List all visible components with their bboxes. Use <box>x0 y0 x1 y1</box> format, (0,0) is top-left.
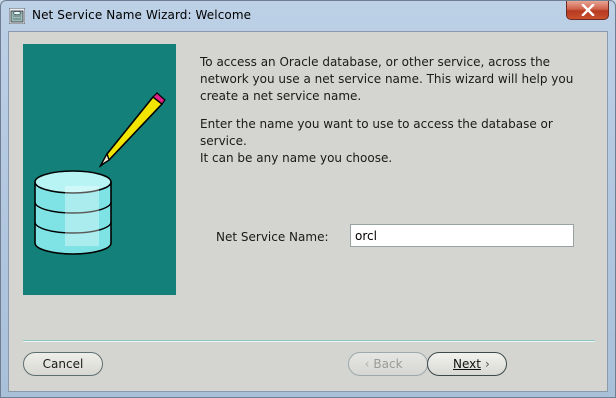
wizard-content: To access an Oracle database, or other s… <box>8 31 608 392</box>
cancel-button[interactable]: Cancel <box>23 352 103 376</box>
instruction-text: Enter the name you want to use to access… <box>200 117 553 165</box>
pencil-icon <box>98 92 166 168</box>
database-icon <box>34 170 112 255</box>
wizard-illustration <box>23 44 176 295</box>
back-button-label: Back <box>373 357 403 371</box>
net-service-name-label: Net Service Name: <box>216 230 329 244</box>
next-button[interactable]: ‹Next› <box>427 352 507 376</box>
window-title: Net Service Name Wizard: Welcome <box>32 8 252 22</box>
intro-text: To access an Oracle database, or other s… <box>200 55 574 103</box>
next-button-label: Next <box>453 357 481 371</box>
divider <box>23 340 595 342</box>
wizard-window: Net Service Name Wizard: Welcome To acce… <box>0 0 616 398</box>
chevron-left-icon: ‹ <box>364 357 370 371</box>
close-button[interactable] <box>566 1 609 20</box>
chevron-right-icon: › <box>484 357 490 371</box>
close-icon <box>581 4 595 16</box>
cancel-button-label: Cancel <box>42 357 84 371</box>
database-wizard-icon <box>9 8 25 24</box>
title-bar[interactable]: Net Service Name Wizard: Welcome <box>1 1 615 31</box>
database-pencil-graphic <box>34 92 166 255</box>
back-button[interactable]: ‹Back› <box>348 352 428 376</box>
net-service-name-input[interactable] <box>350 224 574 247</box>
